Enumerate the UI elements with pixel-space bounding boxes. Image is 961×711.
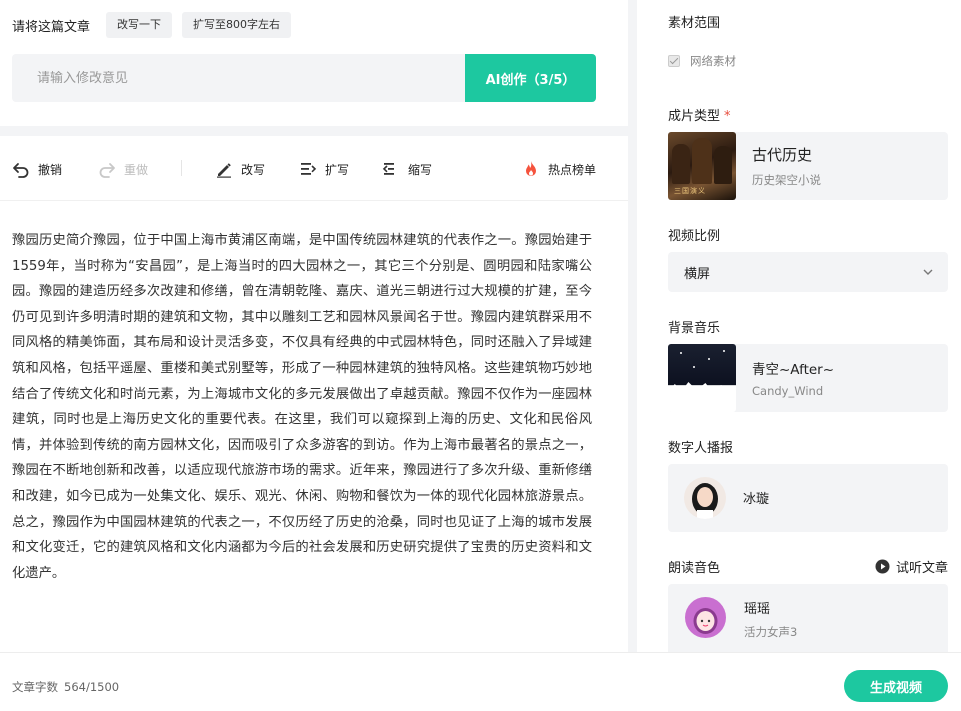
word-count-value: 564/1500 (64, 680, 120, 694)
shorten-tool-button[interactable]: 缩写 (382, 160, 432, 178)
panel-gutter (628, 0, 637, 652)
generate-video-button[interactable]: 生成视频 (844, 670, 948, 702)
editor-card: 撤销 重做 改写 扩写 缩写 热点榜单 豫园历史简介豫园，位于中国上海市黄浦区南… (0, 136, 628, 652)
video-type-label-text: 成片类型 (668, 109, 721, 124)
word-count-label: 文章字数 (12, 680, 58, 694)
preview-article-label: 试听文章 (895, 561, 948, 576)
undo-button[interactable]: 撤销 (12, 160, 62, 178)
editor-toolbar: 撤销 重做 改写 扩写 缩写 热点榜单 (12, 158, 598, 180)
history-thumbnail: 三国演义 (668, 132, 736, 200)
voice-avatar (685, 597, 726, 638)
expand-tool-button[interactable]: 扩写 (299, 160, 349, 178)
play-icon (875, 559, 890, 574)
video-type-card[interactable]: 三国演义 古代历史 历史架空小说 (668, 132, 948, 200)
anchor-avatar (684, 477, 726, 519)
bgm-label: 背景音乐 (668, 321, 721, 336)
redo-label: 重做 (124, 162, 149, 177)
rewrite-tool-label: 改写 (241, 162, 266, 177)
chip-rewrite[interactable]: 改写一下 (106, 12, 173, 38)
ai-create-button[interactable]: AI创作（3/5） (465, 54, 596, 102)
video-type-subtitle: 历史架空小说 (752, 173, 821, 187)
material-option[interactable]: 网络素材 (668, 53, 736, 69)
settings-panel: 素材范围 网络素材 成片类型 * 三国演义 古代历史 历史架空小说 视频比例 横屏… (637, 0, 961, 652)
digital-anchor-card[interactable]: 冰璇 (668, 464, 948, 532)
aspect-ratio-select[interactable]: 横屏 (668, 252, 948, 292)
undo-label: 撤销 (38, 162, 63, 177)
rewrite-tool-button[interactable]: 改写 (215, 160, 265, 178)
voice-name: 瑶瑶 (744, 602, 771, 617)
toolbar-divider (181, 160, 182, 176)
shorten-tool-label: 缩写 (408, 162, 433, 177)
undo-icon (13, 163, 29, 178)
web-material-checkbox[interactable] (668, 55, 680, 67)
required-mark: * (724, 109, 731, 124)
aspect-ratio-label: 视频比例 (668, 229, 721, 244)
music-thumbnail (668, 344, 736, 412)
preview-article-button[interactable]: 试听文章 (875, 557, 948, 576)
chevron-down-icon (923, 269, 933, 275)
revision-input-wrapper (12, 54, 465, 102)
chip-expand-800[interactable]: 扩写至800字左右 (182, 12, 292, 38)
material-scope-label: 素材范围 (668, 16, 721, 31)
voice-card[interactable]: 瑶瑶 活力女声3 (668, 584, 948, 652)
bgm-title: 青空~After~ (752, 362, 835, 378)
hot-list-label: 热点榜单 (548, 162, 597, 177)
word-count: 文章字数 564/1500 (12, 679, 119, 695)
bgm-card[interactable]: 青空~After~ Candy_Wind (668, 344, 948, 412)
video-type-title: 古代历史 (752, 146, 813, 164)
anchor-name: 冰璇 (743, 492, 770, 507)
toolbar-separator (0, 200, 628, 201)
revision-input[interactable] (37, 70, 465, 86)
rewrite-card: 请将这篇文章 改写一下 扩写至800字左右 AI创作（3/5） (0, 0, 628, 126)
redo-icon (99, 163, 115, 178)
footer-bar: 文章字数 564/1500 生成视频 (0, 652, 961, 711)
voice-subtitle: 活力女声3 (744, 625, 798, 639)
web-material-label: 网络素材 (690, 54, 736, 68)
article-text[interactable]: 豫园历史简介豫园，位于中国上海市黄浦区南端，是中国传统园林建筑的代表作之一。豫园… (12, 228, 592, 586)
redo-button[interactable]: 重做 (98, 160, 148, 178)
expand-tool-label: 扩写 (325, 162, 350, 177)
bgm-artist: Candy_Wind (752, 384, 824, 398)
rewrite-title: 请将这篇文章 (12, 19, 91, 35)
flame-icon (526, 161, 536, 176)
voice-label: 朗读音色 (668, 561, 721, 576)
editor-panel: 请将这篇文章 改写一下 扩写至800字左右 AI创作（3/5） 撤销 重做 改写 (0, 0, 628, 652)
expand-icon (301, 163, 317, 175)
shorten-icon (382, 163, 394, 175)
rewrite-pen-icon (217, 163, 231, 178)
video-type-label: 成片类型 * (668, 105, 731, 124)
thumbnail-caption: 三国演义 (674, 187, 706, 195)
digital-anchor-label: 数字人播报 (668, 441, 734, 456)
rewrite-row: 请将这篇文章 改写一下 扩写至800字左右 (12, 12, 292, 38)
hot-list-button[interactable]: 热点榜单 (522, 160, 596, 178)
aspect-ratio-value: 横屏 (684, 266, 711, 282)
